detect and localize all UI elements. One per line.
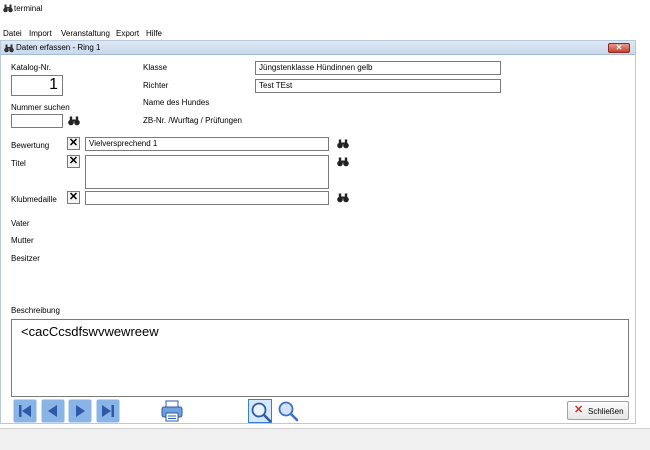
last-record-button[interactable] (96, 399, 120, 423)
arrow-left-icon (41, 399, 65, 423)
bewertung-field[interactable]: Vielversprechend 1 (85, 137, 329, 151)
magnifier-icon (251, 402, 272, 423)
printer-icon (161, 400, 183, 422)
zoom-search-button[interactable] (248, 399, 272, 423)
katalog-label: Katalog-Nr. (11, 63, 52, 72)
app-titlebar: terminal (0, 0, 650, 17)
nummer-suchen-input[interactable] (11, 114, 63, 128)
binoculars-icon[interactable] (337, 157, 349, 167)
hundename-label: Name des Hundes (143, 98, 210, 107)
richter-label: Richter (143, 81, 169, 90)
beschreibung-label: Beschreibung (11, 306, 60, 315)
app-title: terminal (14, 4, 43, 13)
menubar: Datei Import Veranstaltung Export Hilfe (0, 28, 650, 39)
schliessen-button[interactable]: ✕ Schließen (567, 401, 629, 420)
klubmedaille-field[interactable] (85, 191, 329, 205)
skip-first-icon (13, 399, 37, 423)
klubmedaille-label: Klubmedaille (11, 195, 57, 204)
besitzer-label: Besitzer (11, 254, 40, 263)
titel-field[interactable] (85, 155, 329, 189)
menu-datei[interactable]: Datei (3, 28, 22, 39)
arrow-right-icon (68, 399, 92, 423)
clear-bewertung-button[interactable]: ✕ (67, 137, 80, 150)
zoom-button[interactable] (276, 399, 300, 423)
search-binoculars-icon[interactable] (68, 116, 80, 126)
vater-label: Vater (11, 219, 30, 228)
binoculars-icon[interactable] (337, 139, 349, 149)
status-bar (0, 428, 650, 450)
magnifier-icon (278, 401, 299, 422)
next-record-button[interactable] (68, 399, 92, 423)
binoculars-icon (3, 4, 13, 13)
menu-export[interactable]: Export (116, 28, 139, 39)
bewertung-label: Bewertung (11, 141, 50, 150)
binoculars-icon[interactable] (337, 193, 349, 203)
menu-import[interactable]: Import (29, 28, 52, 39)
klasse-field[interactable]: Jüngstenklasse Hündinnen gelb (255, 61, 501, 75)
data-entry-window: Daten erfassen - Ring 1 ✕ Katalog-Nr. 1 … (0, 40, 636, 424)
beschreibung-textarea[interactable]: <cacCcsdfswvwewreew (11, 319, 629, 397)
klasse-label: Klasse (143, 63, 168, 72)
menu-hilfe[interactable]: Hilfe (146, 28, 162, 39)
window-titlebar: Daten erfassen - Ring 1 ✕ (1, 41, 635, 55)
mutter-label: Mutter (11, 236, 34, 245)
menu-veranstaltung[interactable]: Veranstaltung (61, 28, 110, 39)
clear-titel-button[interactable]: ✕ (67, 155, 80, 168)
skip-last-icon (96, 399, 120, 423)
titel-label: Titel (11, 159, 26, 168)
katalog-number-field[interactable]: 1 (11, 75, 63, 96)
close-icon: ✕ (574, 404, 584, 416)
zb-nr-label: ZB-Nr. /Wurftag / Prüfungen (143, 116, 243, 125)
nummer-suchen-label: Nummer suchen (11, 103, 70, 112)
richter-field[interactable]: Test TEst (255, 79, 501, 93)
window-title: Daten erfassen - Ring 1 (16, 43, 101, 52)
clear-klubmedaille-button[interactable]: ✕ (67, 191, 80, 204)
print-button[interactable] (160, 399, 184, 423)
first-record-button[interactable] (13, 399, 37, 423)
binoculars-icon (4, 44, 14, 53)
window-close-button[interactable]: ✕ (608, 43, 630, 53)
previous-record-button[interactable] (41, 399, 65, 423)
schliessen-label: Schließen (588, 407, 624, 416)
